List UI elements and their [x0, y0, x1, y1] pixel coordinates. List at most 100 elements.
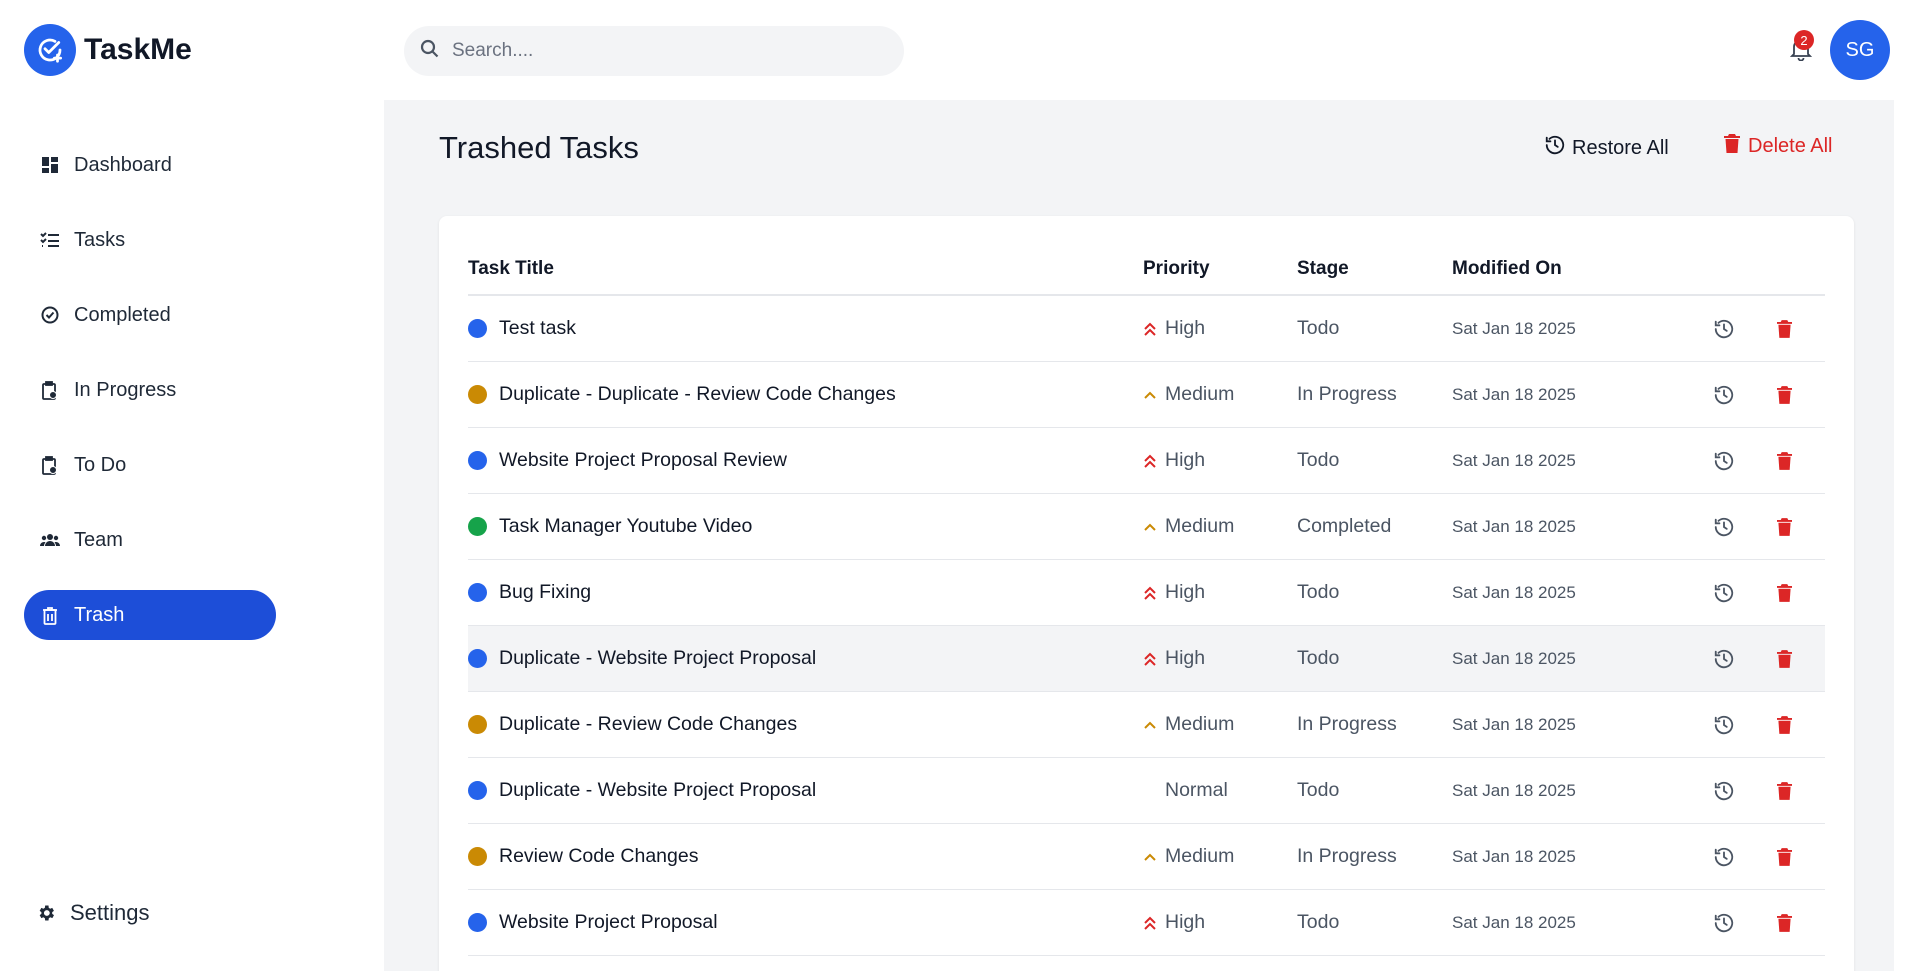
priority-medium-icon	[1143, 520, 1157, 534]
delete-trash-icon[interactable]	[1772, 779, 1796, 803]
delete-trash-icon[interactable]	[1772, 383, 1796, 407]
table-row: Task Manager Youtube Video Medium Complete…	[468, 494, 1825, 560]
priority-cell: High	[1143, 449, 1297, 472]
settings-label: Settings	[70, 900, 150, 925]
column-header-modified-on: Modified On	[1452, 258, 1562, 279]
restore-history-icon[interactable]	[1712, 647, 1736, 671]
trashed-tasks-card: Task Title Priority Stage Modified On Te…	[439, 216, 1854, 971]
page-title: Trashed Tasks	[439, 130, 639, 165]
row-actions	[1712, 647, 1796, 671]
delete-trash-icon[interactable]	[1772, 449, 1796, 473]
restore-history-icon[interactable]	[1712, 845, 1736, 869]
gear-icon	[36, 903, 56, 923]
stage-dot-icon	[468, 781, 487, 800]
task-title: Duplicate - Website Project Proposal	[499, 647, 817, 669]
row-actions	[1712, 449, 1796, 473]
table-row: Website Project Proposal Review High Todo S…	[468, 428, 1825, 494]
table-row: Website Project Proposal High Todo Sat Jan …	[468, 890, 1825, 956]
modified-date-cell: Sat Jan 18 2025	[1452, 516, 1576, 536]
task-check-logo-icon	[24, 24, 76, 76]
delete-trash-icon[interactable]	[1772, 845, 1796, 869]
trash-icon	[1724, 134, 1740, 159]
settings-link[interactable]: Settings	[36, 900, 150, 926]
restore-history-icon[interactable]	[1712, 779, 1736, 803]
team-icon	[40, 530, 60, 550]
stage-dot-icon	[468, 715, 487, 734]
restore-history-icon[interactable]	[1712, 515, 1736, 539]
restore-history-icon[interactable]	[1712, 911, 1736, 935]
sidebar-item-trash[interactable]: Trash	[24, 590, 276, 640]
task-title: Task Manager Youtube Video	[499, 515, 753, 537]
table-body: Test task High Todo Sat Jan 18 2025 Duplicat…	[468, 296, 1825, 956]
row-actions	[1712, 383, 1796, 407]
restore-history-icon	[1544, 134, 1566, 162]
app-name: TaskMe	[84, 33, 192, 66]
sidebar-item-to-do[interactable]: To Do	[24, 440, 276, 490]
sidebar-item-completed[interactable]: Completed	[24, 290, 276, 340]
table-row: Bug Fixing High Todo Sat Jan 18 2025	[468, 560, 1825, 626]
task-title-cell: Bug Fixing	[468, 581, 1143, 604]
search-icon	[420, 39, 440, 64]
delete-trash-icon[interactable]	[1772, 317, 1796, 341]
stage-dot-icon	[468, 319, 487, 338]
delete-trash-icon[interactable]	[1772, 911, 1796, 935]
brand[interactable]: TaskMe	[24, 24, 192, 76]
task-title: Bug Fixing	[499, 581, 592, 603]
sidebar-item-in-progress[interactable]: In Progress	[24, 365, 276, 415]
priority-label: Medium	[1165, 383, 1235, 405]
task-title-cell: Duplicate - Review Code Changes	[468, 713, 1143, 736]
task-title-cell: Test task	[468, 317, 1143, 340]
sidebar-nav: Dashboard Tasks Completed In Progress To…	[24, 140, 276, 665]
priority-label: High	[1165, 449, 1206, 471]
sidebar-item-tasks[interactable]: Tasks	[24, 215, 276, 265]
modified-date-cell: Sat Jan 18 2025	[1452, 780, 1576, 800]
priority-label: High	[1165, 647, 1206, 669]
modified-date-cell: Sat Jan 18 2025	[1452, 912, 1576, 932]
sidebar-item-label: Completed	[74, 303, 171, 326]
priority-label: Normal	[1165, 779, 1228, 801]
delete-trash-icon[interactable]	[1772, 581, 1796, 605]
clipboard-progress-icon	[40, 380, 60, 400]
check-circle-icon	[40, 305, 60, 325]
stage-cell: Todo	[1297, 911, 1340, 933]
sidebar-item-label: Tasks	[74, 228, 126, 251]
delete-trash-icon[interactable]	[1772, 647, 1796, 671]
stage-cell: In Progress	[1297, 713, 1397, 735]
restore-history-icon[interactable]	[1712, 317, 1736, 341]
row-actions	[1712, 713, 1796, 737]
task-title: Duplicate - Review Code Changes	[499, 713, 798, 735]
row-actions	[1712, 317, 1796, 341]
restore-history-icon[interactable]	[1712, 449, 1736, 473]
stage-cell: Todo	[1297, 647, 1340, 669]
table-row: Test task High Todo Sat Jan 18 2025	[468, 296, 1825, 362]
restore-history-icon[interactable]	[1712, 581, 1736, 605]
stage-dot-icon	[468, 451, 487, 470]
column-header-task-title: Task Title	[468, 258, 554, 279]
restore-history-icon[interactable]	[1712, 383, 1736, 407]
sidebar-item-team[interactable]: Team	[24, 515, 276, 565]
modified-date-cell: Sat Jan 18 2025	[1452, 714, 1576, 734]
sidebar-item-label: Team	[74, 528, 123, 551]
column-header-stage: Stage	[1297, 258, 1349, 279]
delete-all-button[interactable]: Delete All	[1724, 134, 1833, 159]
user-avatar[interactable]: SG	[1830, 20, 1890, 80]
restore-all-button[interactable]: Restore All	[1544, 134, 1669, 162]
sidebar-item-label: To Do	[74, 453, 127, 476]
delete-trash-icon[interactable]	[1772, 515, 1796, 539]
priority-cell: High	[1143, 647, 1297, 670]
delete-trash-icon[interactable]	[1772, 713, 1796, 737]
search-input[interactable]	[452, 40, 872, 62]
sidebar-item-dashboard[interactable]: Dashboard	[24, 140, 276, 190]
priority-cell: High	[1143, 911, 1297, 934]
task-title-cell: Duplicate - Website Project Proposal	[468, 647, 1143, 670]
stage-cell: Todo	[1297, 317, 1340, 339]
priority-cell: Normal	[1143, 779, 1297, 802]
restore-history-icon[interactable]	[1712, 713, 1736, 737]
stage-dot-icon	[468, 517, 487, 536]
row-actions	[1712, 911, 1796, 935]
trashed-tasks-table: Task Title Priority Stage Modified On Te…	[468, 244, 1825, 956]
stage-dot-icon	[468, 649, 487, 668]
modified-date-cell: Sat Jan 18 2025	[1452, 582, 1576, 602]
task-title: Test task	[499, 317, 576, 339]
search-bar[interactable]	[404, 26, 904, 76]
